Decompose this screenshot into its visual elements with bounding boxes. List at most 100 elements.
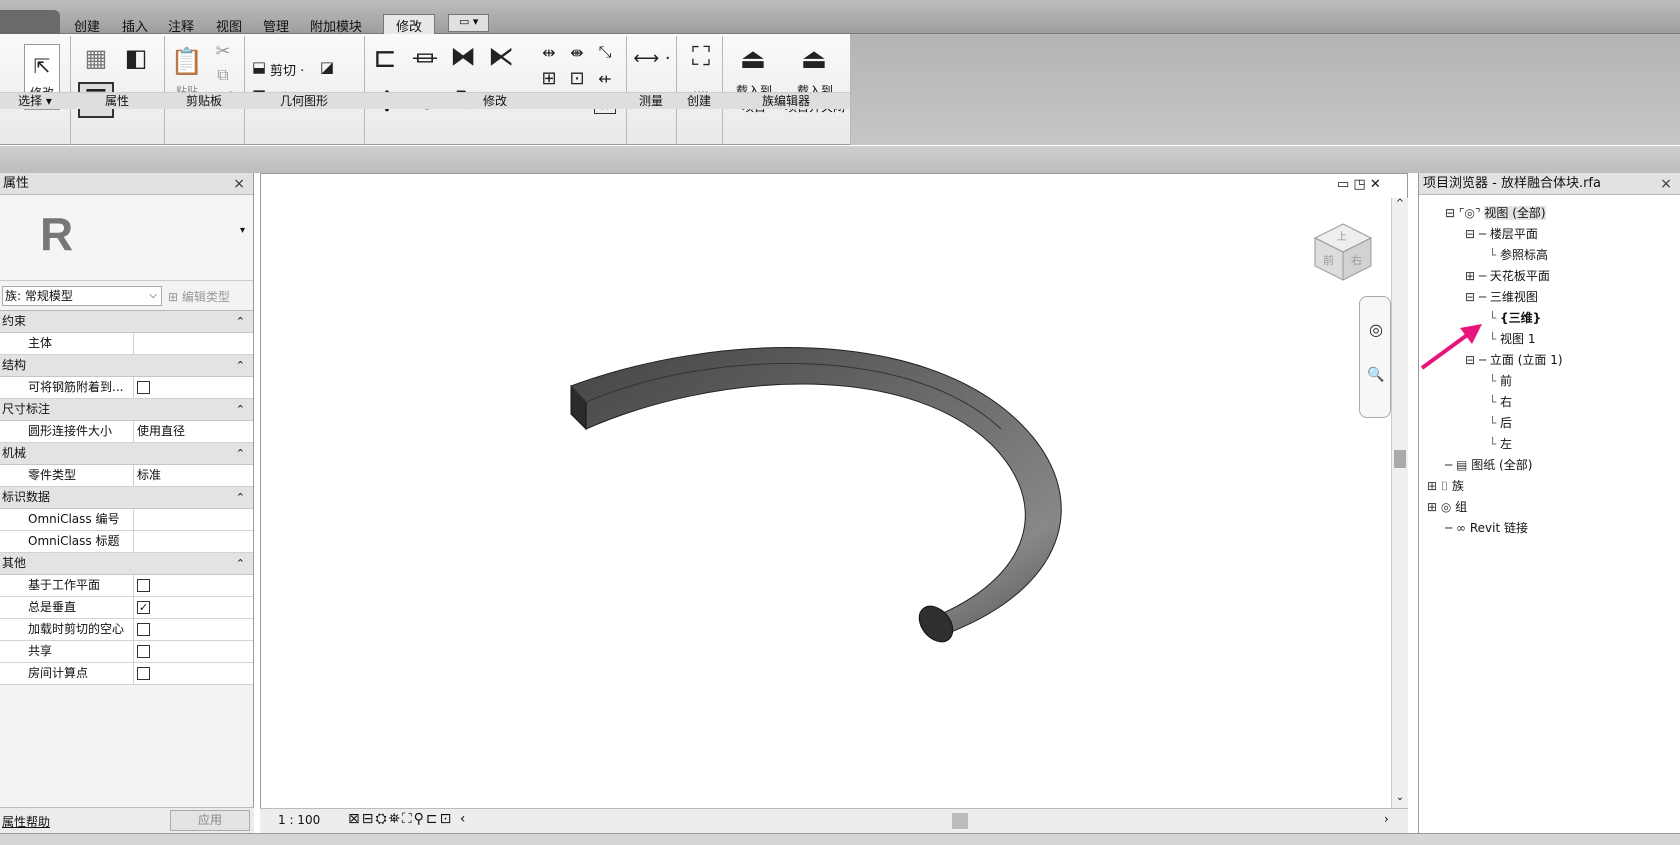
collapse-icon[interactable]: ⌃ (236, 355, 245, 376)
property-checkbox[interactable]: ✓ (137, 601, 150, 614)
family-type-dropdown[interactable]: 族: 常规模型 ⌵ (2, 286, 162, 306)
family-category-icon[interactable]: ▦ (78, 42, 114, 74)
browser-tree-item[interactable]: ⊟ ─ 三维视图 (1465, 288, 1538, 305)
type-preview[interactable]: R ▾ (0, 195, 253, 281)
close-icon[interactable]: × (1660, 173, 1672, 195)
tab-create[interactable]: 创建 (74, 16, 100, 35)
scroll-down-icon[interactable]: ⌄ (1392, 792, 1408, 806)
load-into-project-icon[interactable]: ⏏ (736, 40, 770, 76)
property-value[interactable]: ✓ (134, 597, 253, 618)
property-group-header[interactable]: 约束 ⌃ (0, 311, 253, 333)
property-value[interactable] (134, 509, 253, 530)
move-icon-small[interactable]: ⇹ (538, 42, 560, 62)
collapse-icon[interactable]: ⌃ (236, 399, 245, 420)
tab-view[interactable]: 视图 (216, 16, 242, 35)
scroll-up-icon[interactable]: ^ (1392, 198, 1408, 212)
property-checkbox[interactable] (137, 579, 150, 592)
panel-select-title[interactable]: 选择 ▾ (0, 92, 70, 109)
tab-addins[interactable]: 附加模块 (310, 16, 362, 35)
property-value[interactable] (134, 333, 253, 354)
tab-insert[interactable]: 插入 (122, 16, 148, 35)
browser-tree-item[interactable]: └ 前 (1489, 372, 1512, 389)
view-scale[interactable]: 1 : 100 (278, 813, 320, 827)
sweep-blend-model[interactable] (261, 174, 1407, 808)
browser-tree-item[interactable]: ⊞ ─ 天花板平面 (1465, 267, 1550, 284)
properties-help-link[interactable]: 属性帮助 (2, 813, 50, 830)
browser-tree-item[interactable]: ⊞ ⌷ 族 (1427, 477, 1464, 494)
edit-type-button[interactable]: ⊞ 编辑类型 (168, 288, 230, 305)
horizontal-scroll-thumb[interactable] (952, 813, 968, 829)
align-icon[interactable]: ⊏ (370, 40, 400, 74)
cut-geometry-icon[interactable]: ⬓ (250, 58, 268, 76)
apply-button[interactable]: 应用 (170, 810, 250, 831)
property-group-header[interactable]: 尺寸标注 ⌃ (0, 399, 253, 421)
contextual-dropdown-icon[interactable]: ▭ ▾ (448, 14, 490, 32)
pin-icon[interactable]: ⊡ (566, 68, 588, 89)
paste-icon[interactable]: 📋 (171, 44, 203, 80)
browser-tree-item[interactable]: └ 右 (1489, 393, 1512, 410)
tab-annotate[interactable]: 注释 (168, 16, 194, 35)
property-row: 房间计算点 (0, 663, 253, 685)
property-value[interactable] (134, 575, 253, 596)
property-value[interactable] (134, 641, 253, 662)
browser-tree-item[interactable]: └ 后 (1489, 414, 1512, 431)
cut-icon[interactable]: ✂ (212, 40, 234, 62)
browser-tree-item[interactable]: └ 参照标高 (1489, 246, 1548, 263)
tree-connector: └ (1489, 437, 1501, 451)
family-types-icon[interactable]: ◧ (118, 42, 154, 74)
property-value[interactable]: 使用直径 (134, 421, 253, 442)
scroll-right-icon[interactable]: › (1384, 812, 1389, 826)
3d-viewport[interactable]: 上 前 右 ▭ ◳ ✕ ◎ 🔍 (260, 173, 1408, 833)
browser-tree-item[interactable]: └ 左 (1489, 435, 1512, 452)
view-control-icons[interactable]: ⊠⊟⛭⛯⛶⚲⊏⊡ ‹ (348, 811, 467, 827)
chevron-down-icon[interactable]: ▾ (240, 225, 245, 236)
property-checkbox[interactable] (137, 645, 150, 658)
browser-tree-item[interactable]: └ {三维} (1489, 309, 1541, 326)
collapse-icon[interactable]: ⌃ (236, 311, 245, 332)
browser-tree-item[interactable]: ─ ▤ 图纸 (全部) (1445, 456, 1532, 473)
property-value[interactable] (134, 377, 253, 398)
minimize-restore-close-icons[interactable]: ▭ ◳ ✕ (1337, 177, 1381, 192)
tab-manage[interactable]: 管理 (263, 16, 289, 35)
close-icon[interactable]: × (233, 173, 245, 195)
tab-modify[interactable]: 修改 (383, 14, 436, 35)
property-checkbox[interactable] (137, 623, 150, 636)
property-group-header[interactable]: 其他 ⌃ (0, 553, 253, 575)
property-checkbox[interactable] (137, 381, 150, 394)
scroll-thumb[interactable] (1394, 450, 1406, 468)
property-group-header[interactable]: 机械 ⌃ (0, 443, 253, 465)
property-value[interactable] (134, 663, 253, 684)
array-icon[interactable]: ⊞ (538, 68, 560, 89)
measure-distance-icon[interactable]: ⟷ · (630, 46, 674, 70)
property-group-header[interactable]: 标识数据 ⌃ (0, 487, 253, 509)
copy-icon[interactable]: ⧉ (212, 64, 234, 86)
browser-tree-item[interactable]: ⊟ ⌜◎⌝ 视图 (全部) (1445, 204, 1546, 221)
view-cube[interactable]: 上 前 右 (1313, 222, 1373, 282)
load-and-close-icon[interactable]: ⏏ (796, 40, 832, 76)
property-value[interactable] (134, 619, 253, 640)
property-value[interactable]: 标准 (134, 465, 253, 486)
property-group-header[interactable]: 结构 ⌃ (0, 355, 253, 377)
collapse-icon[interactable]: ⌃ (236, 553, 245, 574)
browser-tree-item[interactable]: └ 视图 1 (1489, 330, 1536, 347)
application-menu-button[interactable] (0, 10, 60, 34)
steering-wheel-icon[interactable]: ◎ (1364, 317, 1388, 341)
offset-icon[interactable]: ⏛ (408, 40, 442, 75)
property-value[interactable] (134, 531, 253, 552)
unpin-icon[interactable]: ⇷ (594, 68, 616, 88)
wall-joins-icon[interactable]: ◪ (318, 58, 336, 76)
scale-icon[interactable]: ⤡ (594, 42, 616, 62)
browser-tree-item[interactable]: ─ ∞ Revit 链接 (1445, 519, 1528, 536)
create-group-icon[interactable]: ⛶ (684, 40, 718, 74)
collapse-icon[interactable]: ⌃ (236, 443, 245, 464)
copy-element-icon[interactable]: ⇼ (566, 42, 588, 62)
browser-tree-item[interactable]: ⊞ ◎ 组 (1427, 498, 1467, 515)
property-checkbox[interactable] (137, 667, 150, 680)
mirror-draw-axis-icon[interactable]: ⧔ (484, 40, 518, 74)
cut-geometry-label[interactable]: 剪切 · (270, 60, 304, 79)
zoom-region-icon[interactable]: 🔍 (1364, 363, 1388, 387)
mirror-pick-axis-icon[interactable]: ⧓ (446, 40, 480, 74)
browser-tree-item[interactable]: ⊟ ─ 楼层平面 (1465, 225, 1538, 242)
collapse-icon[interactable]: ⌃ (236, 487, 245, 508)
viewport-vertical-scrollbar[interactable]: ^ ⌄ (1391, 198, 1408, 808)
